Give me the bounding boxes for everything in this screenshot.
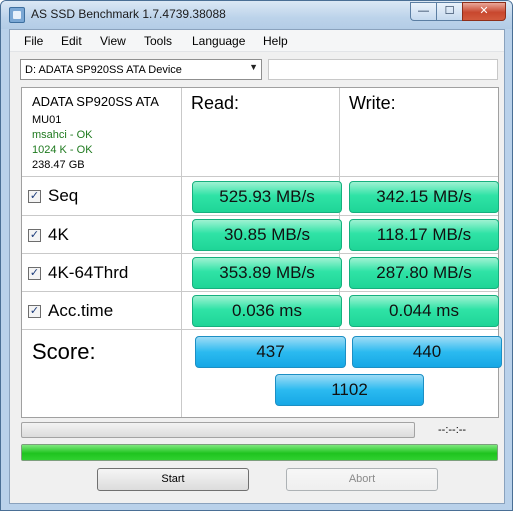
close-button[interactable]: ✕ [462, 2, 506, 21]
write-column-header: Write: [349, 93, 396, 113]
4k-64thrd-label: 4K-64Thrd [48, 263, 129, 282]
window-title: AS SSD Benchmark 1.7.4739.38088 [31, 7, 226, 21]
read-column-header: Read: [191, 93, 240, 113]
app-icon [9, 7, 25, 23]
abort-button[interactable]: Abort [286, 468, 438, 491]
score-label: Score: [32, 339, 96, 364]
4k-read-result: 30.85 MB/s [192, 219, 342, 251]
overall-progress-fill [22, 445, 497, 460]
title-bar[interactable]: AS SSD Benchmark 1.7.4739.38088 — ☐ ✕ [1, 1, 512, 29]
drive-name: ADATA SP920SS ATA [32, 94, 159, 109]
score-total: 1102 [275, 374, 424, 406]
acc-time-checkbox[interactable]: ✓ [28, 305, 41, 318]
menu-edit[interactable]: Edit [61, 34, 82, 48]
start-button[interactable]: Start [97, 468, 249, 491]
client-area: File Edit View Tools Language Help D: AD… [9, 29, 505, 504]
window-controls: — ☐ ✕ [410, 2, 506, 21]
maximize-button[interactable]: ☐ [436, 2, 462, 21]
alignment-status: 1024 K - OK [32, 144, 93, 156]
score-read: 437 [195, 336, 346, 368]
overall-progress-bar [21, 444, 498, 461]
device-dropdown[interactable]: D: ADATA SP920SS ATA Device ▼ [20, 59, 262, 80]
menu-file[interactable]: File [24, 34, 43, 48]
seq-write-result: 342.15 MB/s [349, 181, 499, 213]
path-field[interactable] [268, 59, 498, 80]
4k-64thrd-checkbox[interactable]: ✓ [28, 267, 41, 280]
acc-time-label: Acc.time [48, 301, 114, 320]
minimize-button[interactable]: — [410, 2, 436, 21]
test-progress-bar [21, 422, 415, 438]
device-dropdown-value: D: ADATA SP920SS ATA Device [25, 64, 182, 76]
seq-read-result: 525.93 MB/s [192, 181, 342, 213]
results-grid: ADATA SP920SS ATA MU01 msahci - OK 1024 … [21, 87, 502, 418]
4k-64thrd-read-result: 353.89 MB/s [192, 257, 342, 289]
4k-write-result: 118.17 MB/s [349, 219, 499, 251]
menu-help[interactable]: Help [263, 34, 288, 48]
acc-time-write-result: 0.044 ms [349, 295, 499, 327]
drive-firmware: MU01 [32, 114, 62, 126]
chevron-down-icon: ▼ [249, 62, 258, 72]
menu-language[interactable]: Language [192, 34, 245, 48]
4k-label: 4K [48, 225, 69, 244]
drive-capacity: 238.47 GB [32, 159, 85, 171]
app-window: AS SSD Benchmark 1.7.4739.38088 — ☐ ✕ Fi… [0, 0, 513, 511]
seq-checkbox[interactable]: ✓ [28, 190, 41, 203]
4k-checkbox[interactable]: ✓ [28, 229, 41, 242]
elapsed-time: --:--:-- [438, 424, 467, 436]
seq-label: Seq [48, 186, 79, 205]
menu-bar: File Edit View Tools Language Help [10, 30, 504, 52]
acc-time-read-result: 0.036 ms [192, 295, 342, 327]
driver-status: msahci - OK [32, 129, 93, 141]
menu-view[interactable]: View [100, 34, 126, 48]
menu-tools[interactable]: Tools [144, 34, 172, 48]
4k-64thrd-write-result: 287.80 MB/s [349, 257, 499, 289]
score-write: 440 [352, 336, 502, 368]
